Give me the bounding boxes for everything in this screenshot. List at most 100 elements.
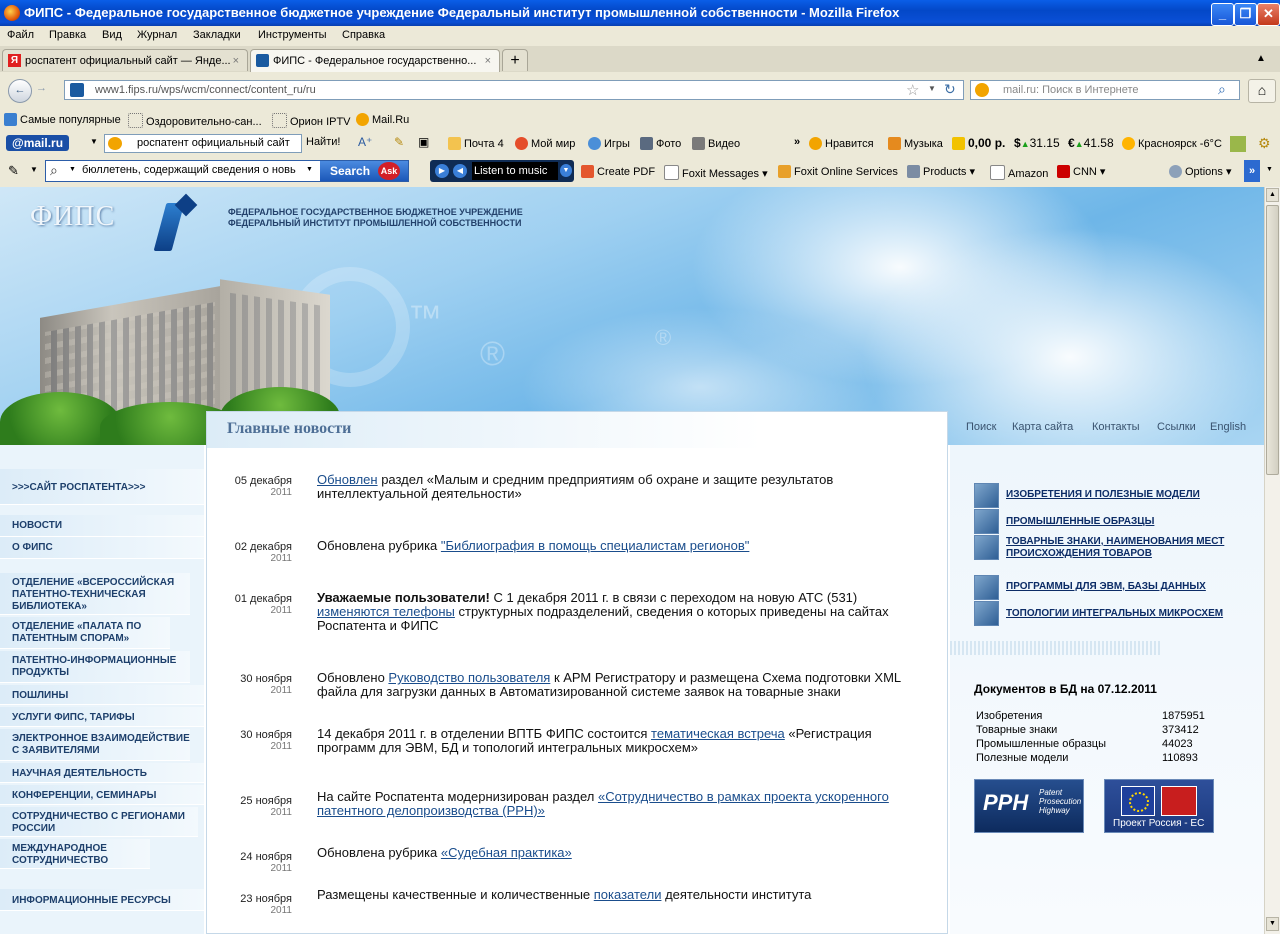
menu-edit[interactable]: Правка [49,29,86,41]
toolbar-dropdown-icon[interactable]: ▼ [30,165,38,174]
fips-logo-text[interactable]: ФИПС [30,201,115,233]
news-link[interactable]: тематическая встреча [651,726,785,741]
music-link[interactable]: Музыка [888,137,943,150]
link-software-db[interactable]: ПРОГРАММЫ ДЛЯ ЭВМ, БАЗЫ ДАННЫХ [1006,581,1206,593]
url-dropdown-icon[interactable]: ▼ [928,84,936,93]
web-search-input[interactable]: mail.ru: Поиск в Интернете [970,80,1240,100]
tab-fips[interactable]: ФИПС - Федеральное государственно... × [250,49,500,73]
usd-rate[interactable]: $▲31.15 [1014,136,1060,150]
nav-services[interactable]: УСЛУГИ ФИПС, ТАРИФЫ [0,707,204,727]
scroll-thumb[interactable] [1266,205,1279,475]
minimize-button[interactable]: _ [1211,3,1234,26]
like-link[interactable]: Нравится [809,137,874,150]
foxit-online-button[interactable]: Foxit Online Services [778,165,898,178]
eur-rate[interactable]: €▲41.58 [1068,136,1114,150]
top-link-english[interactable]: English [1210,421,1246,433]
eu-russia-banner[interactable]: Проект Россия - ЕС [1104,779,1214,833]
screenshot-icon[interactable]: ▣ [418,135,429,149]
close-window-button[interactable]: ✕ [1257,3,1280,26]
nav-fees[interactable]: ПОШЛИНЫ [0,685,204,705]
link-trademarks[interactable]: ТОВАРНЫЕ ЗНАКИ, НАИМЕНОВАНИЯ МЕСТ ПРОИСХ… [1006,536,1238,560]
news-link[interactable]: Руководство пользователя [388,670,550,685]
bookmark-sanatorium[interactable]: Оздоровительно-сан... [128,113,262,128]
products-button[interactable]: Products ▾ [907,165,975,178]
site-identity-icon[interactable] [70,83,84,97]
flask-icon[interactable] [974,483,999,508]
nav-patent-disputes[interactable]: ОТДЕЛЕНИЕ «ПАЛАТА ПО ПАТЕНТНЫМ СПОРАМ» [0,617,170,649]
search-magnifier-icon[interactable]: ⌕ [1218,81,1226,98]
video-link[interactable]: Видео [692,137,740,150]
fips-logo-icon[interactable] [152,193,202,253]
back-arrow-icon[interactable]: ← [8,79,32,103]
nav-rospatent-site[interactable]: >>>САЙТ РОСПАТЕНТА>>> [0,469,204,505]
top-link-search[interactable]: Поиск [966,421,996,433]
scroll-up-icon[interactable]: ▲ [1266,188,1279,202]
games-link[interactable]: Игры [588,137,630,150]
map-icon[interactable] [1230,136,1246,152]
menu-file[interactable]: Файл [7,29,34,41]
weather-link[interactable]: Красноярск -6°C [1122,137,1222,150]
balance-link[interactable]: 0,00 р. [952,136,1005,150]
nav-conferences[interactable]: КОНФЕРЕНЦИИ, СЕМИНАРЫ [0,785,204,805]
new-tab-button[interactable]: + [502,49,528,71]
link-topologies[interactable]: ТОПОЛОГИИ ИНТЕГРАЛЬНЫХ МИКРОСХЕМ [1006,608,1223,620]
news-link[interactable]: "Библиография в помощь специалистам реги… [441,538,749,553]
foxit-messages-button[interactable]: Foxit Messages ▾ [664,165,768,180]
nav-info-products[interactable]: ПАТЕНТНО-ИНФОРМАЦИОННЫЕ ПРОДУКТЫ [0,651,190,683]
my-world-link[interactable]: Мой мир [515,137,575,150]
bookmark-mailru[interactable]: Mail.Ru [356,113,409,126]
toolbar-more-chevron[interactable]: » [794,136,800,148]
mailru-logo[interactable]: @mail.ru [6,135,70,151]
news-link[interactable]: «Судебная практика» [441,845,572,860]
top-link-links[interactable]: Ссылки [1157,421,1196,433]
mail-link[interactable]: Почта 4 [448,137,504,150]
nav-vptb[interactable]: ОТДЕЛЕНИЕ «ВСЕРОССИЙСКАЯ ПАТЕНТНО-ТЕХНИЧ… [0,573,190,615]
tab-close-icon[interactable]: × [233,50,239,71]
toolbar-overflow-button[interactable]: » [1244,160,1260,182]
bookmark-star-icon[interactable]: ☆ [906,81,919,99]
news-link[interactable]: изменяются телефоны [317,604,455,619]
player-menu-icon[interactable]: ▼ [560,164,572,177]
info-icon[interactable] [974,575,999,600]
top-link-contacts[interactable]: Контакты [1092,421,1140,433]
news-link[interactable]: Обновлен [317,472,378,487]
pencil-icon[interactable]: ✎ [394,135,404,149]
scroll-down-icon[interactable]: ▼ [1266,917,1279,931]
settings-gear-icon[interactable]: ⚙ [1258,135,1271,152]
menu-tools[interactable]: Инструменты [258,29,327,41]
search-engine-icon[interactable] [975,83,989,97]
gear-icon[interactable] [974,509,999,534]
nav-about[interactable]: О ФИПС [0,537,204,559]
mailru-dropdown-icon[interactable]: ▼ [90,137,98,146]
menu-bookmarks[interactable]: Закладки [193,29,241,41]
mailru-search-input[interactable]: роспатент официальный сайт [104,134,302,153]
nav-science[interactable]: НАУЧНАЯ ДЕЯТЕЛЬНОСТЬ [0,763,204,783]
forward-arrow-icon[interactable]: → [36,82,47,94]
home-icon[interactable]: ⌂ [1248,79,1276,103]
find-button[interactable]: Найти! [306,136,340,148]
font-size-icon[interactable]: A⁺ [358,135,372,149]
nav-electronic[interactable]: ЭЛЕКТРОННОЕ ВЗАИМОДЕЙСТВИЕ С ЗАЯВИТЕЛЯМИ [0,729,190,761]
nav-news[interactable]: НОВОСТИ [0,515,204,537]
tab-list-icon[interactable]: ▲ [1256,53,1266,64]
nav-international[interactable]: МЕЖДУНАРОДНОЕ СОТРУДНИЧЕСТВО [0,839,150,869]
link-industrial-designs[interactable]: ПРОМЫШЛЕННЫЕ ОБРАЗЦЫ [1006,516,1154,528]
eiffel-tower-icon[interactable] [974,535,999,560]
volume-icon[interactable]: ◀ [453,164,467,178]
link-inventions[interactable]: ИЗОБРЕТЕНИЯ И ПОЛЕЗНЫЕ МОДЕЛИ [1006,489,1200,501]
reload-icon[interactable]: ↻ [944,81,956,98]
bookmark-popular[interactable]: Самые популярные [4,113,121,126]
pph-banner[interactable]: PPH Patent Prosecution Highway [974,779,1084,833]
page-scrollbar[interactable]: ▲ ▼ [1264,187,1280,934]
toolbar-menu-icon[interactable]: ▼ [1266,166,1273,173]
options-button[interactable]: Options ▾ [1169,165,1232,178]
news-link[interactable]: показатели [594,887,662,902]
play-icon[interactable]: ▶ [435,164,449,178]
photo-link[interactable]: Фото [640,137,681,150]
tab-close-icon[interactable]: × [485,50,491,72]
nav-info-resources[interactable]: ИНФОРМАЦИОННЫЕ РЕСУРСЫ [0,889,204,911]
url-bar[interactable]: www1.fips.ru/wps/wcm/connect/content_ru/… [64,80,964,100]
bookmark-orion[interactable]: Орион IPTV [272,113,351,128]
nav-regions[interactable]: СОТРУДНИЧЕСТВО С РЕГИОНАМИ РОССИИ [0,807,198,837]
menu-history[interactable]: Журнал [137,29,177,41]
